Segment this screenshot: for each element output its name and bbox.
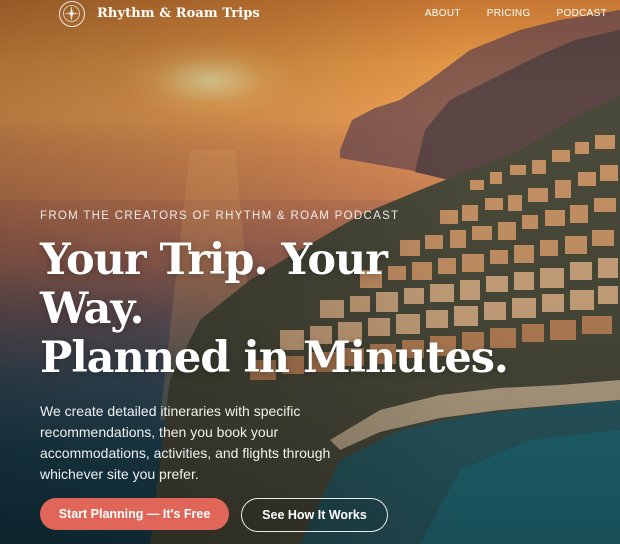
headline-line: Way. — [40, 284, 144, 334]
headline-line: Your Trip. Your — [40, 235, 388, 285]
see-how-it-works-button[interactable]: See How It Works — [241, 498, 388, 532]
hero-eyebrow: FROM THE CREATORS OF RHYTHM & ROAM PODCA… — [40, 210, 400, 222]
brand-name[interactable]: Rhythm & Roam Trips — [97, 6, 260, 21]
hero-headline: Your Trip. Your Way. Planned in Minutes. — [40, 235, 509, 383]
nav-links: ABOUT PRICING PODCAST — [399, 8, 607, 19]
nav-link-pricing[interactable]: PRICING — [487, 8, 531, 19]
start-planning-button[interactable]: Start Planning — It's Free — [40, 498, 229, 530]
nav-link-about[interactable]: ABOUT — [425, 8, 461, 19]
nav-link-podcast[interactable]: PODCAST — [557, 8, 607, 19]
top-nav: Rhythm & Roam Trips ABOUT PRICING PODCAS… — [0, 0, 620, 30]
hero-description: We create detailed itineraries with spec… — [40, 403, 331, 482]
compass-icon[interactable] — [59, 1, 85, 27]
headline-line: Planned in Minutes. — [40, 333, 509, 383]
